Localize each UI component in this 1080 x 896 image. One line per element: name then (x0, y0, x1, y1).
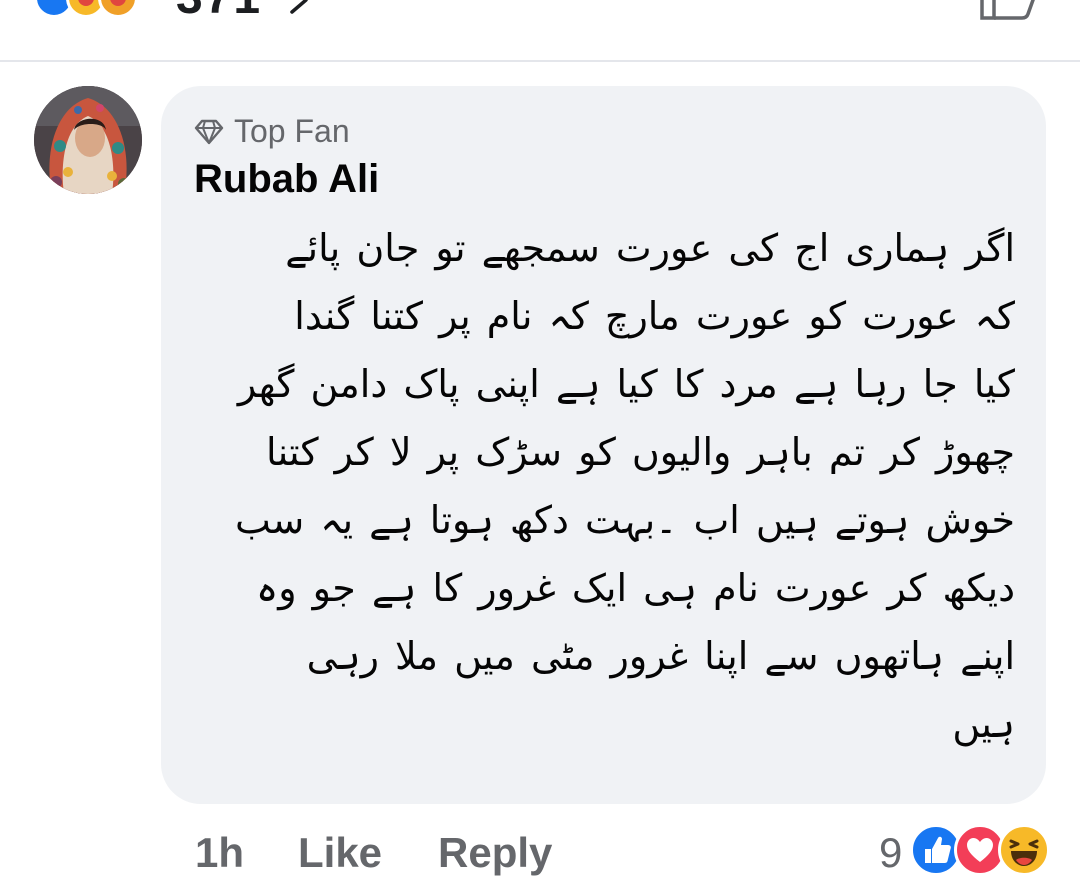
comment-line: کیا جا رہا ہے مرد کا کیا ہے اپنی پاک دام… (237, 362, 1015, 406)
comment-line: اپنے ہاتھوں سے اپنا غرور مٹی میں ملا رہی (306, 634, 1015, 678)
comment-line: کہ عورت کو عورت مارچ کہ نام پر کتنا گندا (294, 294, 1015, 338)
divider (0, 60, 1080, 62)
haha-reaction-icon (98, 0, 138, 18)
like-button[interactable]: Like (298, 826, 382, 880)
comment-reactions[interactable] (910, 824, 1052, 876)
comment-timestamp[interactable]: 1h (195, 826, 244, 880)
comment-line: دیکھ کر عورت نام ہی ایک غرور کا ہے جو وہ (255, 566, 1015, 610)
top-fan-badge[interactable]: Top Fan (194, 111, 350, 151)
comment-line: خوش ہوتے ہیں اب ۔بہت دکھ ہوتا ہے یہ سب (235, 498, 1015, 542)
diamond-icon (194, 119, 224, 145)
comment-text: اگر ہماری اج کی عورت سمجھے تو جان پائے ک… (189, 214, 1015, 758)
haha-reaction-icon (998, 824, 1050, 876)
comment-line: چھوڑ کر تم باہر والیوں کو سڑک پر لا کر ک… (266, 430, 1015, 474)
comment-line: اگر ہماری اج کی عورت سمجھے تو جان پائے (285, 226, 1015, 270)
reply-button[interactable]: Reply (438, 826, 552, 880)
comment-actions: 1h Like Reply 9 (0, 820, 1080, 890)
post-reactions-row: 371 (0, 0, 1080, 60)
comment-bubble[interactable]: Top Fan Rubab Ali اگر ہماری اج کی عورت س… (161, 86, 1046, 804)
like-outline-icon[interactable] (978, 0, 1038, 20)
chevron-right-icon[interactable] (284, 0, 314, 16)
author-name[interactable]: Rubab Ali (194, 154, 379, 204)
comment-reaction-count[interactable]: 9 (879, 826, 902, 880)
post-reaction-count[interactable]: 371 (176, 0, 262, 25)
badge-label: Top Fan (234, 113, 350, 149)
avatar-image (34, 86, 142, 194)
comment-line: ہیں (952, 702, 1015, 746)
avatar[interactable] (34, 86, 142, 194)
comment-screen: 371 (0, 0, 1080, 896)
